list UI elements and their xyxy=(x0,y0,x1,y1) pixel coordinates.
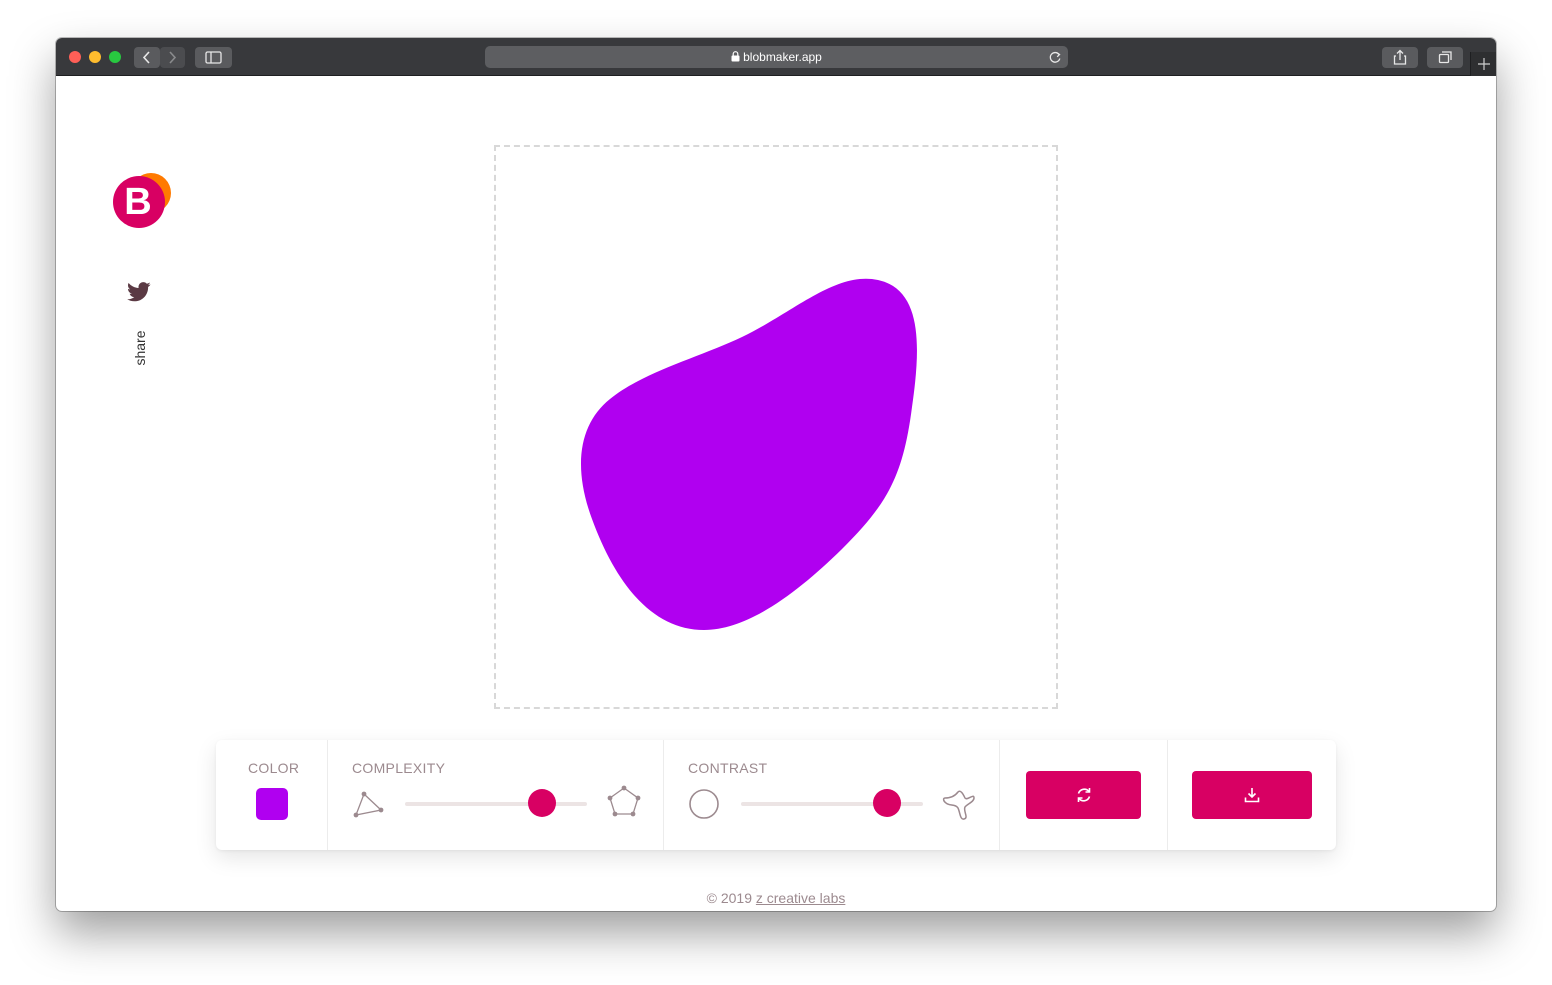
complexity-slider[interactable] xyxy=(405,802,587,806)
page-content: B share COLOR COMPLEXITY CONTRAST © 2019… xyxy=(56,76,1496,911)
high-complexity-icon xyxy=(607,785,641,817)
color-swatch[interactable] xyxy=(256,788,288,820)
complexity-slider-thumb[interactable] xyxy=(527,789,556,817)
share-label[interactable]: share xyxy=(132,318,148,378)
lock-icon xyxy=(731,51,740,62)
chevron-left-icon xyxy=(142,51,150,64)
z-creative-labs-link[interactable]: z creative labs xyxy=(756,890,845,906)
regenerate-panel xyxy=(1000,740,1168,850)
minimize-window-button[interactable] xyxy=(89,51,101,63)
complexity-panel: COMPLEXITY xyxy=(328,740,664,850)
twitter-icon[interactable] xyxy=(127,281,151,303)
sidebar-toggle-button[interactable] xyxy=(195,47,232,68)
blobmaker-logo[interactable]: B xyxy=(108,166,172,230)
regenerate-button[interactable] xyxy=(1026,771,1141,819)
browser-titlebar: blobmaker.app xyxy=(56,38,1496,76)
plus-icon xyxy=(1478,58,1490,70)
show-tabs-button[interactable] xyxy=(1427,47,1463,68)
spiky-shape-icon xyxy=(942,790,975,820)
share-page-button[interactable] xyxy=(1382,47,1418,68)
chevron-right-icon xyxy=(169,51,177,64)
forward-button[interactable] xyxy=(160,47,185,68)
controls-panel: COLOR COMPLEXITY CONTRAST xyxy=(216,740,1336,850)
reload-icon[interactable] xyxy=(1048,50,1062,64)
circle-shape-icon xyxy=(689,789,719,819)
svg-text:B: B xyxy=(124,181,151,223)
download-icon xyxy=(1244,788,1260,803)
color-label: COLOR xyxy=(248,760,300,776)
close-window-button[interactable] xyxy=(69,51,81,63)
copyright-text: © 2019 xyxy=(706,890,756,906)
download-button[interactable] xyxy=(1192,771,1312,819)
share-icon xyxy=(1393,49,1407,65)
blob-canvas xyxy=(494,145,1058,709)
sidebar-icon xyxy=(205,51,222,64)
url-display: blobmaker.app xyxy=(485,50,1068,64)
url-text: blobmaker.app xyxy=(743,50,822,64)
low-complexity-icon xyxy=(353,791,384,818)
browser-window: blobmaker.app B share COLOR COMPLEXITY C… xyxy=(56,38,1496,911)
zoom-window-button[interactable] xyxy=(109,51,121,63)
contrast-label: CONTRAST xyxy=(688,760,768,776)
back-button[interactable] xyxy=(134,47,160,68)
contrast-slider-thumb[interactable] xyxy=(872,789,901,817)
contrast-panel: CONTRAST xyxy=(664,740,1000,850)
download-panel xyxy=(1168,740,1336,850)
address-bar[interactable]: blobmaker.app xyxy=(485,46,1068,68)
refresh-icon xyxy=(1077,788,1090,802)
new-tab-button[interactable] xyxy=(1470,52,1496,76)
blob-shape xyxy=(580,278,917,630)
tabs-icon xyxy=(1438,51,1452,64)
footer: © 2019 z creative labs xyxy=(56,890,1496,906)
complexity-label: COMPLEXITY xyxy=(352,760,446,776)
color-panel: COLOR xyxy=(216,740,328,850)
